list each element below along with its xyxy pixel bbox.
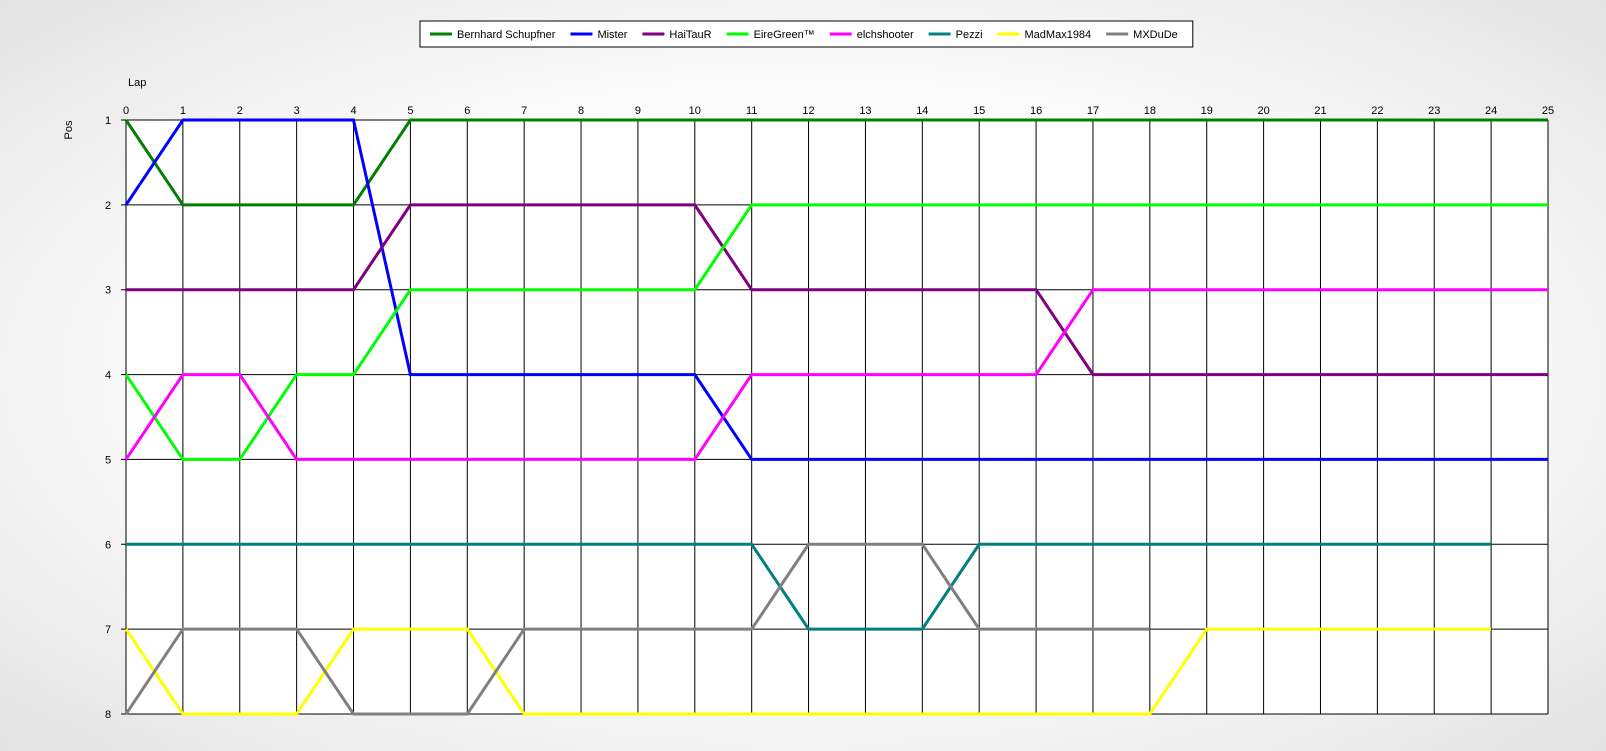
x-tick-label: 23 — [1428, 105, 1440, 117]
x-tick-label: 11 — [746, 105, 757, 117]
x-tick-label: 20 — [1257, 105, 1269, 117]
legend-label: Pezzi — [956, 29, 983, 41]
plot-area — [126, 120, 1548, 714]
legend-label: Bernhard Schupfner — [457, 29, 556, 41]
x-axis-title: Lap — [128, 77, 146, 89]
x-tick-label: 16 — [1030, 105, 1042, 117]
legend-label: elchshooter — [857, 29, 914, 41]
x-tick-label: 18 — [1144, 105, 1156, 117]
x-tick-label: 19 — [1201, 105, 1213, 117]
x-tick-label: 3 — [294, 105, 300, 117]
x-tick-label: 0 — [123, 105, 129, 117]
y-tick-label: 1 — [105, 115, 111, 127]
x-tick-label: 1 — [180, 105, 186, 117]
y-tick-label: 5 — [105, 454, 111, 466]
x-tick-label: 6 — [464, 105, 470, 117]
legend: Bernhard Schupfner Mister HaiTauR EireGreen… — [419, 20, 1194, 48]
x-tick-label: 25 — [1542, 105, 1554, 117]
grid — [121, 119, 1549, 715]
x-tick-label: 10 — [689, 105, 701, 117]
x-tick-label: 4 — [350, 105, 356, 117]
x-tick-label: 14 — [916, 105, 928, 117]
x-tick-label: 15 — [973, 105, 985, 117]
x-tick-label: 7 — [521, 105, 527, 117]
legend-label: Mister — [597, 29, 627, 41]
x-tick-label: 9 — [635, 105, 641, 117]
y-tick-label: 4 — [105, 370, 111, 382]
x-tick-label: 17 — [1087, 105, 1099, 117]
y-axis-title: Pos — [63, 120, 75, 139]
x-tick-label: 24 — [1485, 105, 1497, 117]
x-tick-label: 12 — [802, 105, 814, 117]
x-tick-label: 22 — [1371, 105, 1383, 117]
y-tick-label: 2 — [105, 200, 111, 212]
x-tick-label: 5 — [407, 105, 413, 117]
x-tick-label: 13 — [859, 105, 871, 117]
legend-label: EireGreen™ — [754, 29, 815, 41]
y-tick-label: 3 — [105, 285, 111, 297]
legend-label: HaiTauR — [669, 29, 711, 41]
x-tick-label: 21 — [1314, 105, 1326, 117]
legend-label: MXDuDe — [1133, 29, 1178, 41]
y-tick-label: 6 — [105, 539, 111, 551]
legend-label: MadMax1984 — [1025, 29, 1092, 41]
y-tick-label: 7 — [105, 624, 111, 636]
race-position-chart: Bernhard Schupfner Mister HaiTauR EireGreen… — [0, 0, 1606, 746]
x-tick-label: 8 — [578, 105, 584, 117]
x-tick-label: 2 — [237, 105, 243, 117]
y-tick-label: 8 — [105, 709, 111, 721]
chart-svg: Bernhard Schupfner Mister HaiTauR EireGreen… — [63, 20, 1554, 721]
